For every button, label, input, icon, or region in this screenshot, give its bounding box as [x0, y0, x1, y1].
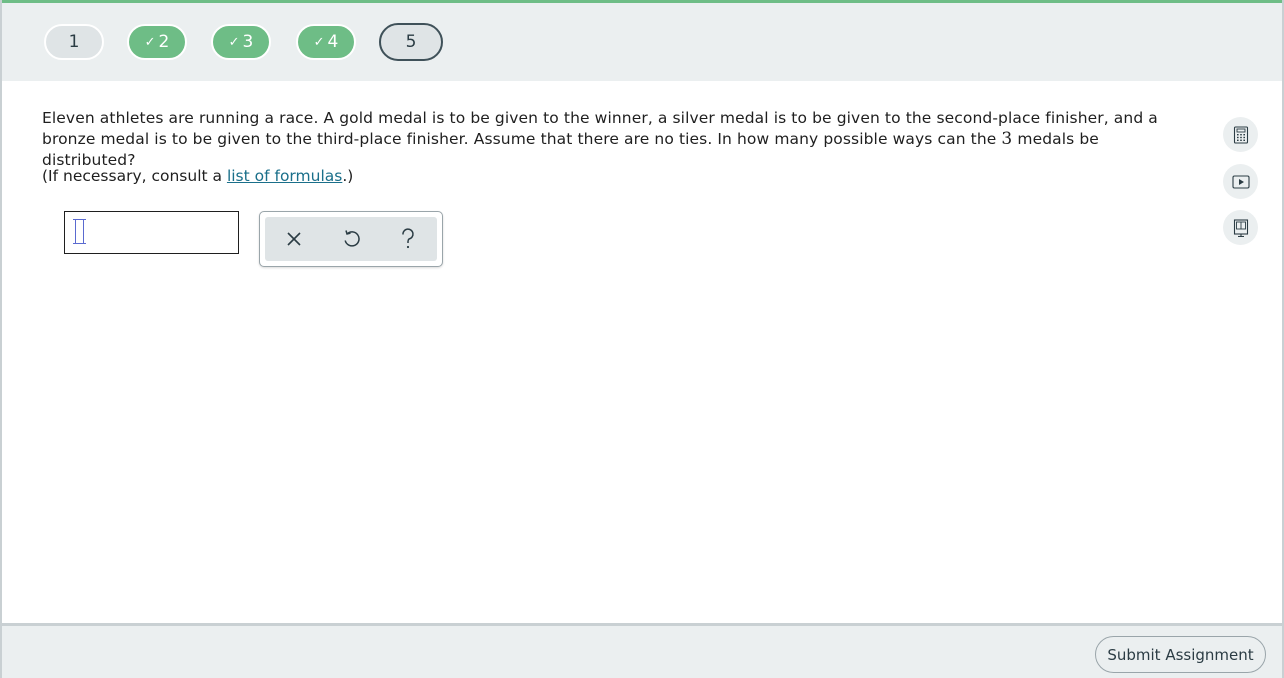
footer-bar: Submit Assignment	[2, 623, 1282, 678]
question-mark-icon	[402, 228, 415, 249]
clear-button[interactable]	[277, 222, 311, 256]
question-step-5-current[interactable]: 5	[379, 23, 443, 61]
formula-hint: (If necessary, consult a list of formula…	[42, 167, 353, 185]
question-step-2[interactable]: ✓ 2	[127, 24, 187, 60]
textbook-icon	[1233, 218, 1248, 237]
step-label: 2	[158, 32, 170, 52]
formula-prefix: (If necessary, consult a	[42, 167, 227, 185]
submit-label: Submit Assignment	[1107, 645, 1254, 664]
formula-suffix: .)	[342, 167, 354, 185]
undo-icon	[344, 230, 360, 247]
answer-input[interactable]	[64, 211, 239, 254]
step-label: 5	[405, 32, 417, 52]
calculator-icon	[1233, 125, 1248, 144]
question-number: 3	[1001, 129, 1013, 149]
question-text: Eleven athletes are running a race. A go…	[42, 108, 1192, 171]
check-icon: ✓	[313, 34, 325, 50]
step-label: 4	[327, 32, 339, 52]
step-label: 1	[68, 32, 80, 52]
list-of-formulas-link[interactable]: list of formulas	[227, 167, 342, 185]
question-nav-bar: 1 ✓ 2 ✓ 3 ✓ 4 5	[2, 0, 1282, 81]
check-icon: ✓	[228, 34, 240, 50]
page-frame: 1 ✓ 2 ✓ 3 ✓ 4 5 Eleven athletes are runn…	[0, 0, 1284, 678]
undo-button[interactable]	[334, 222, 368, 256]
question-step-1[interactable]: 1	[44, 24, 104, 60]
answer-tool-buttons	[265, 217, 437, 261]
submit-assignment-button[interactable]: Submit Assignment	[1095, 636, 1266, 673]
question-step-3[interactable]: ✓ 3	[211, 24, 271, 60]
question-step-4[interactable]: ✓ 4	[296, 24, 356, 60]
help-button[interactable]	[391, 222, 425, 256]
textbook-button[interactable]	[1223, 210, 1258, 245]
question-text-before: Eleven athletes are running a race. A go…	[42, 109, 1158, 148]
video-button[interactable]	[1223, 164, 1258, 199]
check-icon: ✓	[144, 34, 156, 50]
input-cursor-placeholder	[73, 219, 86, 244]
close-icon	[287, 232, 301, 246]
step-label: 3	[242, 32, 254, 52]
calculator-button[interactable]	[1223, 117, 1258, 152]
video-icon	[1231, 174, 1250, 189]
answer-tool-panel	[259, 211, 443, 267]
